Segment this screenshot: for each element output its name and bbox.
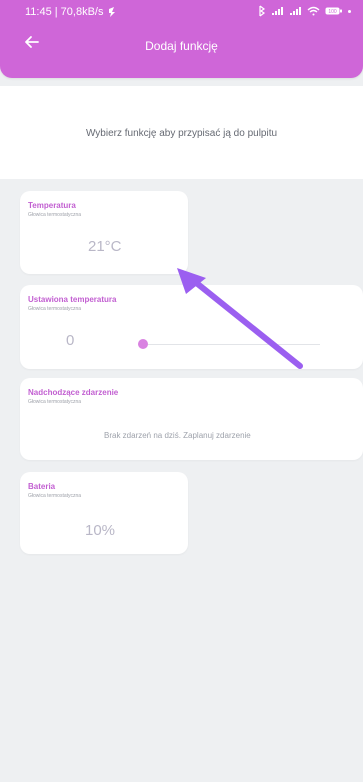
card-subtitle: Głowica termostatyczna [28,306,82,312]
temperature-card[interactable]: Temperatura Głowica termostatyczna 21°C [20,191,188,274]
status-time-speed: 11:45 | 70,8kB/s [25,6,104,18]
temperature-slider-track[interactable] [138,344,320,345]
status-icons: 100 [258,5,351,17]
set-temperature-card[interactable]: Ustawiona temperatura Głowica termostaty… [20,285,363,369]
temperature-slider-thumb[interactable] [138,339,148,349]
wifi-icon [307,6,320,16]
intro-text: Wybierz funkcję aby przypisać ją do pulp… [85,128,278,139]
status-dot-icon [348,9,351,13]
status-bar: 11:45 | 70,8kB/s 100 [0,0,363,22]
battery-card[interactable]: Bateria Głowica termostatyczna 10% [20,472,188,554]
card-title: Nadchodzące zdarzenie [28,388,119,397]
status-left: 11:45 | 70,8kB/s [25,6,117,18]
card-title: Temperatura [28,201,76,210]
signal-icon [290,7,301,15]
toolbar: Dodaj funkcję [0,28,363,58]
event-message: Brak zdarzeń na dziś. Zaplanuj zdarzenie [104,431,251,440]
bluetooth-icon [259,5,266,17]
charging-icon [109,7,116,17]
app-header: 11:45 | 70,8kB/s 100 Dodaj funkcję [0,0,363,78]
set-temperature-value: 0 [66,332,75,349]
card-title: Bateria [28,482,56,491]
battery-value: 10% [85,522,116,539]
card-subtitle: Głowica termostatyczna [28,212,82,218]
page-title: Dodaj funkcję [145,39,218,53]
battery-icon: 100 [325,7,342,15]
card-subtitle: Głowica termostatyczna [28,493,82,499]
card-subtitle: Głowica termostatyczna [28,399,82,405]
intro-panel: Wybierz funkcję aby przypisać ją do pulp… [0,86,363,179]
upcoming-event-card[interactable]: Nadchodzące zdarzenie Głowica termostaty… [20,378,363,460]
temperature-value: 21°C [88,238,122,255]
card-title: Ustawiona temperatura [28,295,117,304]
battery-level-text: 100 [328,9,337,15]
signal-icon [272,7,283,15]
